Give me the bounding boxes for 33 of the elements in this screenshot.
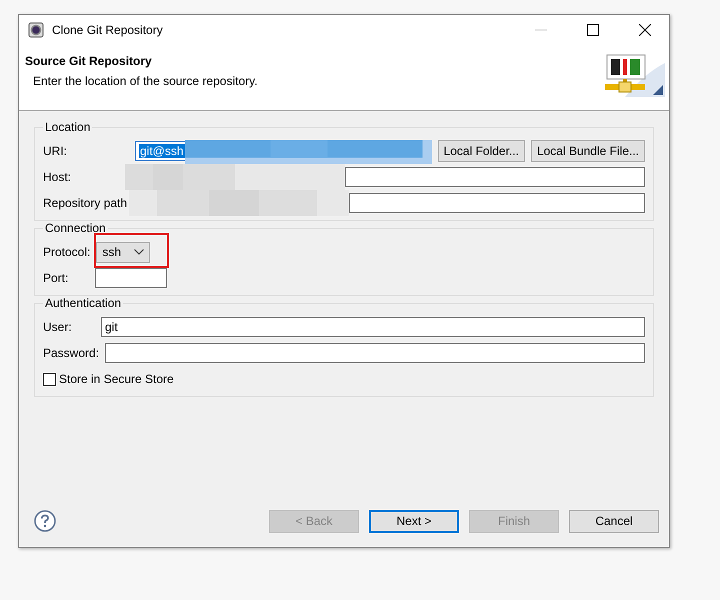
group-title: Authentication xyxy=(43,296,124,310)
protocol-dropdown[interactable]: ssh xyxy=(96,242,150,262)
uri-value: git@ssh xyxy=(139,144,185,158)
password-field[interactable] xyxy=(105,343,645,363)
help-icon[interactable] xyxy=(34,510,56,532)
git-logo-drawing xyxy=(605,53,665,97)
maximize-icon[interactable] xyxy=(587,24,599,36)
chevron-down-icon xyxy=(134,249,144,255)
browse-button[interactable]: Local Bundle File... xyxy=(530,140,645,162)
page-description: Enter the location of the source repository. xyxy=(33,74,259,88)
user-field[interactable]: git xyxy=(101,317,645,337)
repository-path-field[interactable] xyxy=(349,193,645,213)
field-label: User: xyxy=(43,320,73,334)
window-title: Clone Git Repository xyxy=(52,22,163,36)
user-value: git xyxy=(105,320,118,334)
checkbox-label: Store in Secure Store xyxy=(59,372,174,386)
group-title: Location xyxy=(43,120,92,134)
field-label: Password: xyxy=(43,346,100,360)
port-field[interactable] xyxy=(95,268,167,288)
close-icon[interactable] xyxy=(639,24,651,36)
uri-field[interactable]: git@ssh xyxy=(135,141,185,161)
page-title: Source Git Repository xyxy=(25,54,153,68)
checkbox[interactable] xyxy=(43,372,56,386)
wizard-button[interactable]: Cancel xyxy=(569,510,659,532)
field-label: URI: xyxy=(43,144,68,158)
host-field[interactable] xyxy=(345,167,645,187)
field-label: Protocol: xyxy=(43,245,90,259)
browse-button[interactable]: Local Folder... xyxy=(438,140,525,162)
wizard-button[interactable]: Next > xyxy=(369,510,459,532)
field-label: Repository path xyxy=(43,196,128,210)
field-label: Port: xyxy=(43,271,70,285)
field-label: Host: xyxy=(43,170,72,184)
group-title: Connection xyxy=(43,221,108,235)
